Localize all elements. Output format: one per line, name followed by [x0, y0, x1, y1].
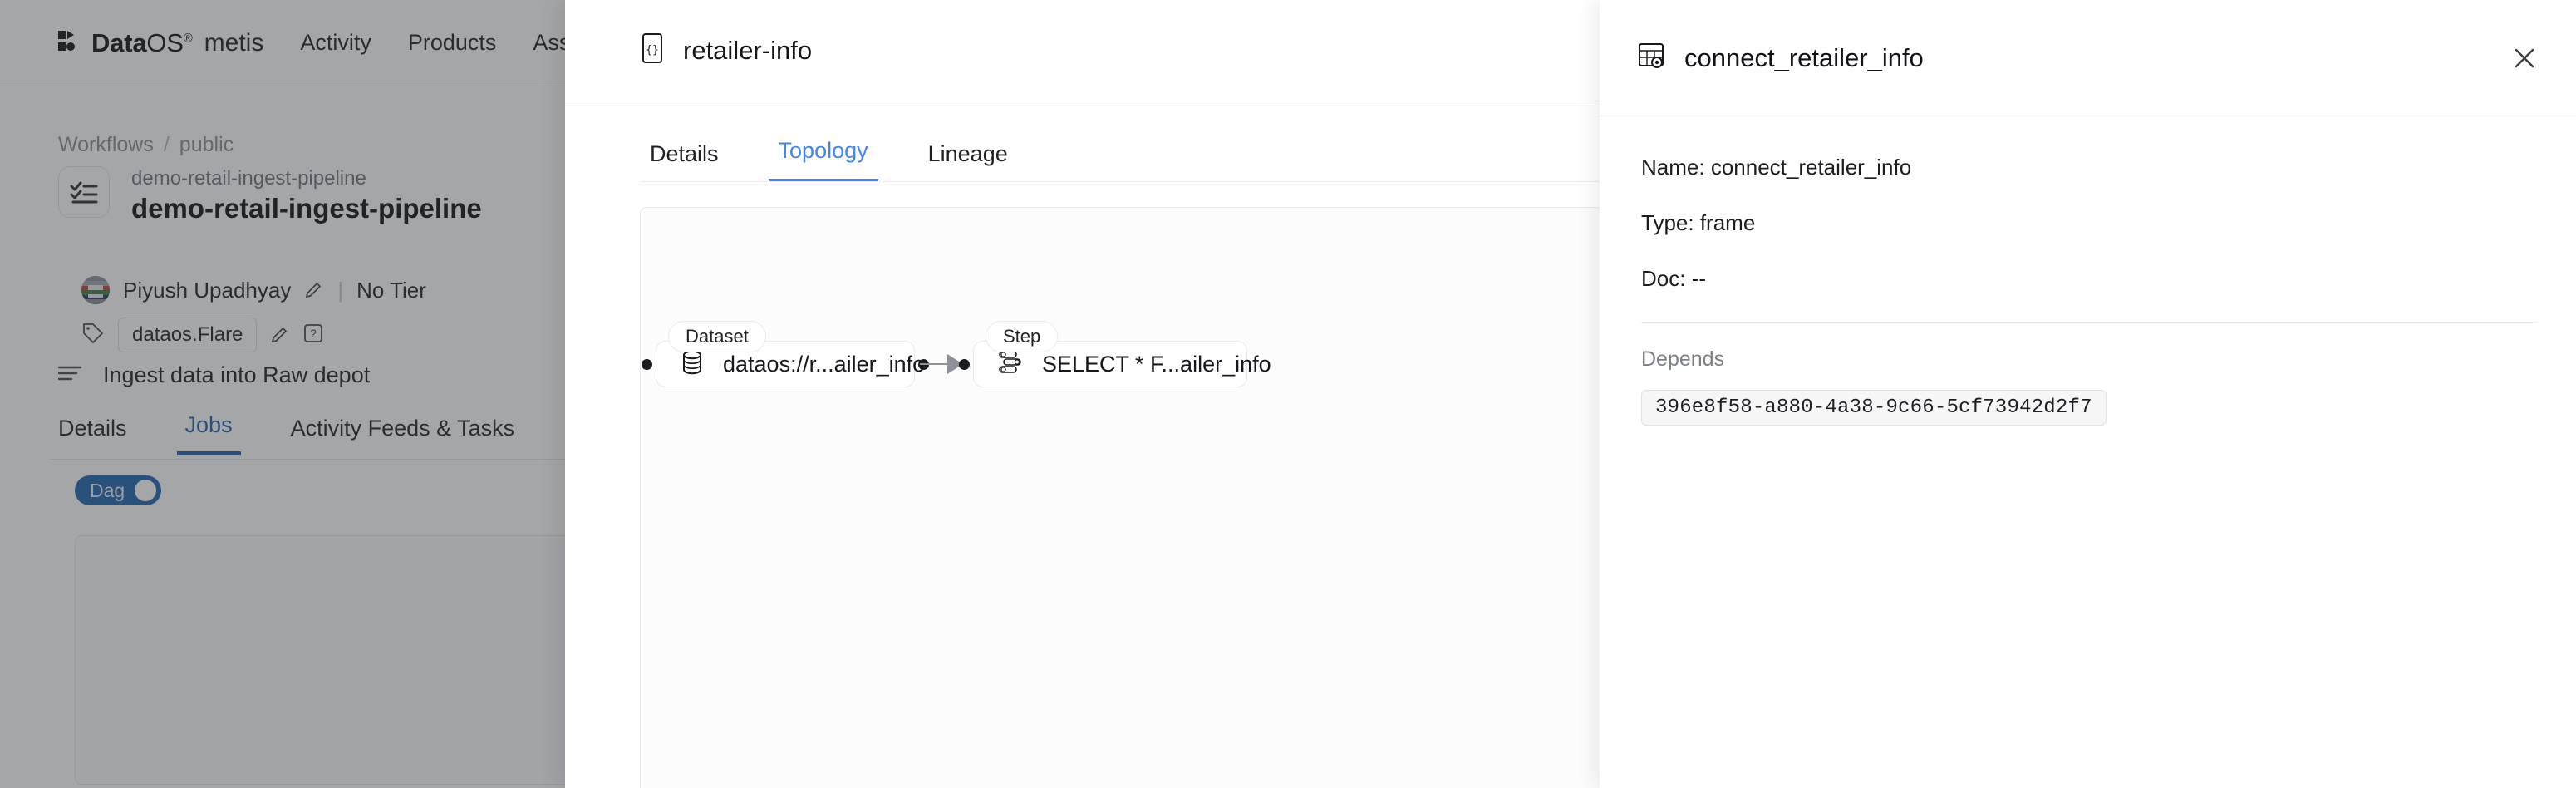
detail-field-name-label: Name:: [1641, 155, 1705, 180]
detail-field-type-label: Type:: [1641, 210, 1694, 235]
node-badge-step: Step: [986, 321, 1059, 352]
detail-panel-body: Name: connect_retailer_info Type: frame …: [1600, 116, 2576, 426]
numbered-list-icon: [999, 350, 1022, 379]
svg-text:{}: {}: [646, 44, 659, 57]
detail-field-type: Type: frame: [1641, 210, 2538, 236]
modal-title: retailer-info: [683, 35, 813, 65]
node-badge-dataset: Dataset: [668, 321, 766, 352]
topology-edge: [920, 363, 950, 365]
tab-topology[interactable]: Topology: [768, 138, 878, 182]
close-icon[interactable]: [2506, 40, 2543, 76]
detail-field-type-value: frame: [1699, 210, 1756, 235]
depends-heading: Depends: [1641, 347, 1725, 371]
detail-panel-divider: [1641, 322, 2538, 323]
detail-field-doc: Doc: --: [1641, 266, 2538, 292]
node-label-dataset: dataos://r...ailer_info: [723, 351, 926, 377]
detail-field-name-value: connect_retailer_info: [1710, 155, 1912, 180]
topology-node-step[interactable]: Step SELECT * F...ailer_info: [959, 321, 1271, 387]
database-icon: [681, 350, 703, 379]
detail-panel-header: connect_retailer_info: [1600, 0, 2576, 116]
tab-details[interactable]: Details: [640, 141, 729, 182]
node-port-in: [642, 359, 652, 370]
detail-panel-title: connect_retailer_info: [1684, 42, 1924, 72]
detail-field-name: Name: connect_retailer_info: [1641, 155, 2538, 180]
node-detail-panel: connect_retailer_info Name: connect_reta…: [1600, 0, 2576, 788]
node-port-in: [959, 359, 970, 370]
tab-lineage[interactable]: Lineage: [918, 141, 1018, 182]
json-braces-icon: {}: [640, 32, 665, 68]
topology-node-dataset[interactable]: Dataset dataos://r...ailer_info: [642, 321, 929, 387]
topology-modal: {} retailer-info Details Topology Lineag…: [565, 0, 2576, 788]
node-label-step: SELECT * F...ailer_info: [1042, 351, 1271, 377]
detail-field-doc-value: --: [1691, 266, 1707, 291]
detail-field-doc-label: Doc:: [1641, 266, 1686, 291]
depends-chip[interactable]: 396e8f58-a880-4a38-9c66-5cf73942d2f7: [1641, 390, 2107, 426]
table-icon: [1638, 42, 1666, 74]
